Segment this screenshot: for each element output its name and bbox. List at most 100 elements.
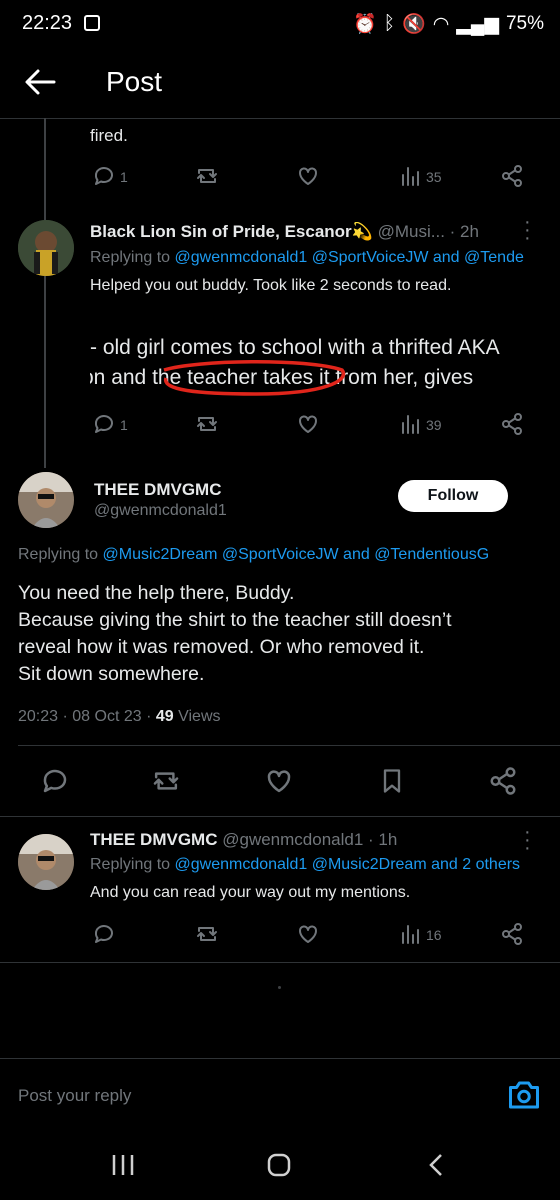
comment-icon [94, 415, 113, 433]
back-arrow-icon[interactable] [22, 64, 62, 100]
wifi-icon: ◠ [432, 13, 450, 35]
views-button[interactable]: 39 [400, 412, 442, 441]
replying-mentions[interactable]: @gwenmcdonald1 @SportVoiceJW and @Tende [175, 249, 524, 266]
gallery-icon [84, 15, 100, 31]
bookmark-button[interactable] [378, 766, 406, 801]
post-line: Sit down somewhere. [18, 663, 205, 685]
share-icon [502, 165, 522, 187]
repost-button[interactable] [194, 922, 220, 951]
name-emoji: 💫 [351, 222, 373, 241]
reply-input[interactable]: Post your reply [18, 1086, 131, 1106]
page-title: Post [106, 66, 163, 97]
views-total[interactable]: 49 [156, 708, 174, 725]
reply-replying-to: Replying to @gwenmcdonald1 @Music2Dream … [90, 856, 560, 874]
reply-count: 1 [120, 417, 128, 433]
repost-icon [197, 169, 217, 183]
share-button[interactable] [500, 164, 524, 193]
escanor-text: Helped you out buddy. Took like 2 second… [90, 277, 452, 294]
main-user-handle[interactable]: @gwenmcdonald1 [94, 502, 227, 520]
share-icon [502, 413, 522, 435]
repost-button[interactable] [194, 164, 220, 193]
escanor-header: Black Lion Sin of Pride, Escanor💫 @Musi.… [90, 222, 490, 242]
reply-image[interactable]: - old girl comes to school with a thrift… [90, 318, 560, 402]
reply-button[interactable] [40, 766, 70, 801]
user-name[interactable]: THEE DMVGMC [90, 830, 218, 849]
alarm-icon: ⏰ [352, 14, 377, 35]
main-post-actions [0, 762, 560, 802]
image-text-part-a: on and [90, 366, 147, 389]
views-button[interactable]: 35 [400, 164, 442, 193]
views-label: Views [173, 708, 221, 725]
share-button[interactable] [488, 766, 518, 801]
views-button[interactable]: 16 [400, 922, 442, 951]
avatar-escanor[interactable] [18, 220, 74, 276]
system-nav-bar [0, 1130, 560, 1200]
comment-icon [94, 925, 113, 943]
post-line: reveal how it was removed. Or who remove… [18, 636, 425, 658]
comment-icon [94, 167, 113, 185]
like-button[interactable] [296, 922, 320, 951]
bookmark-icon [383, 769, 401, 793]
post-time: · 2h [449, 222, 479, 241]
views-count: 35 [426, 169, 442, 185]
user-handle[interactable]: @gwenmcdonald1 [222, 830, 363, 849]
replying-prefix: Replying to [18, 546, 99, 563]
heart-icon [299, 925, 317, 943]
more-options-icon[interactable]: · · · [524, 212, 531, 248]
follow-button[interactable]: Follow [398, 480, 508, 512]
reply-header: THEE DMVGMC @gwenmcdonald1 · 1h [90, 830, 510, 850]
back-icon[interactable] [424, 1152, 450, 1183]
post-timestamp: 20:23 · 08 Oct 23 · [18, 708, 156, 725]
user-name[interactable]: Black Lion Sin of Pride, Escanor [90, 222, 352, 241]
repost-button[interactable] [150, 766, 182, 801]
status-time: 22:23 [22, 12, 73, 34]
share-icon [490, 767, 516, 795]
post-time: · 1h [368, 830, 398, 849]
views-icon [402, 415, 419, 434]
reply-actions: 16 [90, 918, 530, 950]
divider [0, 962, 560, 963]
camera-icon[interactable] [506, 1077, 542, 1118]
main-post-text: You need the help there, Buddy. Because … [18, 580, 548, 688]
share-icon [502, 923, 522, 945]
views-count: 16 [426, 927, 442, 943]
share-button[interactable] [500, 922, 524, 951]
like-button[interactable] [264, 766, 294, 801]
main-user-name[interactable]: THEE DMVGMC [94, 480, 222, 500]
battery-text: 75% [505, 13, 544, 34]
repost-icon [153, 772, 179, 790]
like-button[interactable] [296, 412, 320, 441]
divider [18, 745, 560, 746]
reply-button[interactable] [92, 922, 116, 951]
heart-icon [299, 167, 317, 185]
status-bar: 22:23 ⏰ ᛒ 🔇 ◠ ▂▄▆ 75% [0, 0, 560, 48]
bluetooth-icon: ᛒ [383, 13, 396, 34]
home-icon[interactable] [266, 1152, 292, 1183]
share-button[interactable] [500, 412, 524, 441]
more-options-icon[interactable]: · · · [524, 822, 531, 858]
avatar-reply[interactable] [18, 834, 74, 890]
repost-icon [197, 417, 217, 431]
comment-icon [43, 769, 67, 793]
thread-line [44, 118, 46, 468]
signal-icon: ▂▄▆ [456, 13, 499, 35]
replying-prefix: Replying to [90, 856, 171, 873]
recent-apps-icon[interactable] [110, 1152, 136, 1183]
reply-button[interactable]: 1 [92, 164, 128, 193]
reply-button[interactable]: 1 [92, 412, 128, 441]
reply-composer: Post your reply [0, 1058, 560, 1131]
user-handle[interactable]: @Musi... [378, 222, 445, 241]
repost-icon [197, 927, 217, 941]
post-meta: 20:23 · 08 Oct 23 · 49 Views [18, 708, 221, 726]
views-icon [402, 167, 419, 186]
replying-mentions[interactable]: @Music2Dream @SportVoiceJW and @Tendenti… [103, 546, 490, 563]
heart-icon [267, 770, 291, 793]
like-button[interactable] [296, 164, 320, 193]
prev-tweet-text: fired. [90, 126, 128, 145]
replying-mentions[interactable]: @gwenmcdonald1 @Music2Dream and 2 others [175, 856, 521, 873]
divider [0, 816, 560, 817]
repost-button[interactable] [194, 412, 220, 441]
escanor-replying-to: Replying to @gwenmcdonald1 @SportVoiceJW… [90, 249, 560, 267]
post-line: Because giving the shirt to the teacher … [18, 609, 452, 631]
avatar-main[interactable] [18, 472, 74, 528]
